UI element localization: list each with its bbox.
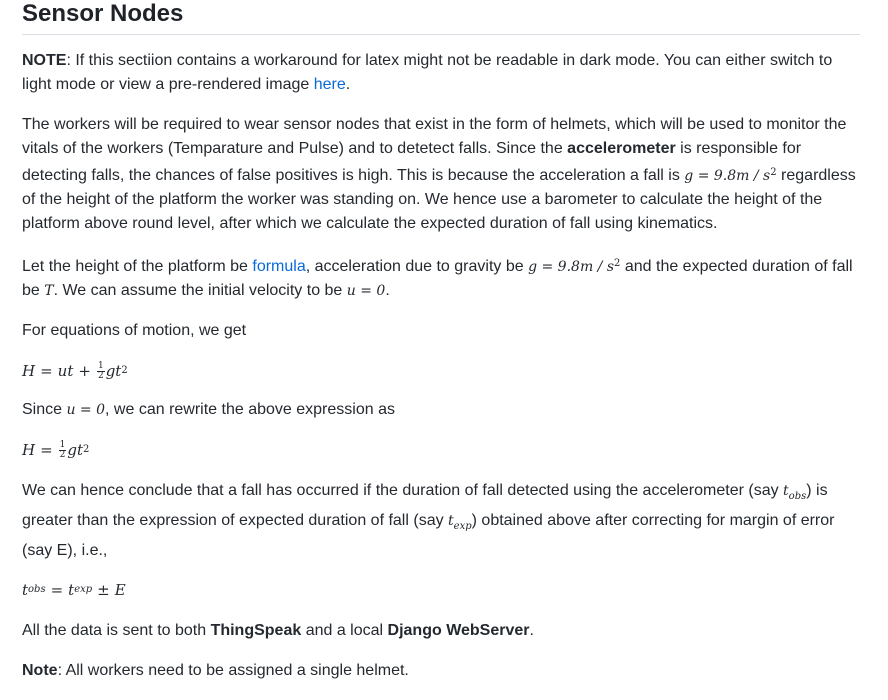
helmet-note: Note: All workers need to be assigned a … — [22, 662, 409, 679]
note-label: NOTE — [22, 52, 67, 69]
initial-velocity-math: u = 0 — [346, 283, 386, 299]
section-heading: Sensor Nodes — [22, 0, 860, 35]
gravity-math: g = 9.8m / s2 — [684, 167, 777, 184]
t-exp-math: texp — [448, 513, 472, 532]
accelerometer-term: accelerometer — [567, 140, 676, 157]
rewrite-paragraph: Since u = 0, we can rewrite the above ex… — [22, 401, 395, 418]
equations-intro: For equations of motion, we get — [22, 322, 247, 339]
equation-motion-simplified: H = 1 2 gt 2 — [22, 439, 90, 460]
duration-symbol: T — [44, 283, 54, 299]
fall-condition-equation: t obs = t exp ± E — [22, 581, 126, 599]
conclusion-paragraph: We can hence conclude that a fall has oc… — [22, 482, 835, 559]
half-fraction: 12 — [58, 439, 67, 460]
data-destination-paragraph: All the data is sent to both ThingSpeak … — [22, 622, 534, 639]
half-fraction: 12 — [96, 360, 105, 381]
note-paragraph: NOTE: If this sectiion contains a workar… — [22, 52, 833, 93]
definitions-paragraph: Let the height of the platform be formul… — [22, 258, 853, 299]
t-obs-math: tobs — [783, 483, 807, 502]
gravity-math: g = 9.8m / s2 — [528, 258, 621, 275]
readme-content: Sensor Nodes NOTE: If this sectiion cont… — [22, 0, 860, 683]
django-webserver-term: Django WebServer — [387, 622, 530, 639]
equation-motion-full: H = ut +1 2 gt 2 — [22, 360, 128, 381]
thingspeak-term: ThingSpeak — [210, 622, 302, 639]
note-label: Note — [22, 662, 58, 679]
description-paragraph: The workers will be required to wear sen… — [22, 116, 856, 232]
pre-rendered-image-link[interactable]: here — [314, 76, 346, 93]
formula-link[interactable]: formula — [252, 258, 305, 275]
initial-velocity-math: u = 0 — [66, 402, 106, 418]
